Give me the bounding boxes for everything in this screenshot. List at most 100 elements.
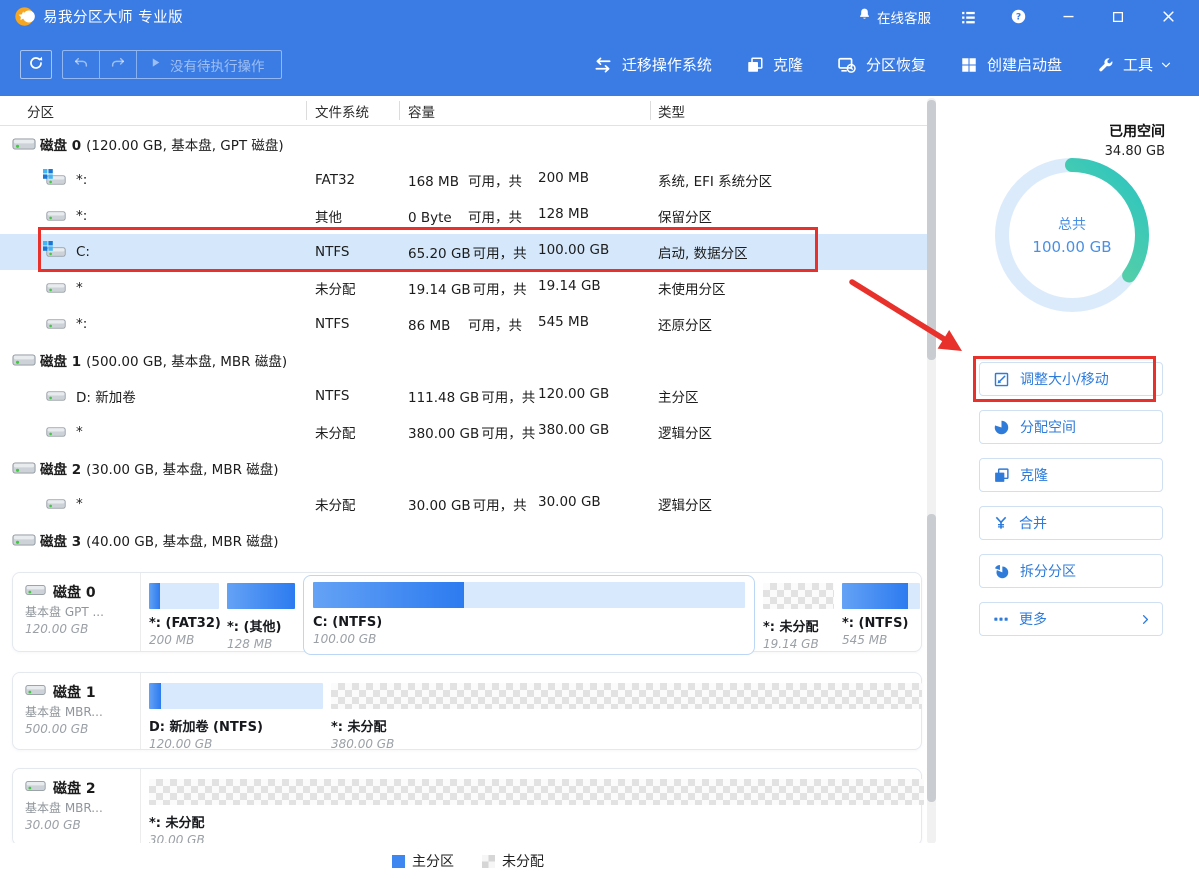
action-button-label: 拆分分区 xyxy=(1020,561,1076,581)
partition-icon xyxy=(46,425,66,439)
vertical-scrollbar xyxy=(927,98,936,844)
partition-icon xyxy=(46,281,66,295)
legend-swatch-primary xyxy=(392,855,405,868)
header-divider xyxy=(306,101,307,120)
help-icon[interactable]: ? xyxy=(1005,4,1031,30)
partition-block[interactable]: *: (FAT32)200 MB xyxy=(149,583,219,647)
partition-block[interactable]: *: (NTFS) 545 MB xyxy=(842,583,920,647)
allocate-space-button[interactable]: 分配空间 xyxy=(979,410,1163,444)
pending-operations-label: 没有待执行操作 xyxy=(170,55,265,75)
free-space: 86 MB xyxy=(408,318,466,334)
table-row-partition[interactable]: *:FAT32168 MB可用，共200 MB系统, EFI 系统分区 xyxy=(0,162,928,198)
split-partition-button[interactable]: 拆分分区 xyxy=(979,554,1163,588)
partition-block[interactable]: *: (其他)128 MB xyxy=(227,583,295,651)
toolbar-action-label: 克隆 xyxy=(773,54,803,75)
refresh-button[interactable] xyxy=(20,50,52,79)
used-fill xyxy=(313,582,464,608)
total-space: 200 MB xyxy=(538,170,589,186)
toolbar-actions: 迁移操作系统 克隆分区恢复创建启动盘 工具 xyxy=(580,33,1185,96)
table-row-partition[interactable]: *:其他0 Byte可用，共128 MB保留分区 xyxy=(0,198,928,234)
toolbar-clone[interactable]: 克隆 xyxy=(733,46,816,83)
maximize-button[interactable] xyxy=(1105,4,1131,30)
table-row-disk[interactable]: 磁盘 0(120.00 GB, 基本盘, GPT 磁盘) xyxy=(0,126,928,162)
table-row-partition[interactable]: C:NTFS65.20 GB可用，共100.00 GB启动, 数据分区 xyxy=(0,234,928,270)
disk-icon xyxy=(12,460,36,476)
filesystem-value: FAT32 xyxy=(315,172,355,188)
partition-block-size: 100.00 GB xyxy=(313,632,745,646)
clone-partition-button[interactable]: 克隆 xyxy=(979,458,1163,492)
partition-icon xyxy=(46,209,66,223)
total-space: 128 MB xyxy=(538,206,589,222)
disk-size: 120.00 GB xyxy=(25,621,134,637)
donut-total-label: 总共 xyxy=(1058,214,1086,234)
table-row-partition[interactable]: *:NTFS86 MB可用，共545 MB还原分区 xyxy=(0,306,928,342)
partition-name: * xyxy=(76,280,83,296)
toolbar-partition-recovery[interactable]: 分区恢复 xyxy=(824,46,939,83)
table-row-partition[interactable]: *未分配19.14 GB可用，共19.14 GB未使用分区 xyxy=(0,270,928,306)
disk-icon xyxy=(12,532,36,548)
partition-block-size: 545 MB xyxy=(842,633,920,647)
action-button-label: 更多 xyxy=(1019,609,1047,629)
total-space: 545 MB xyxy=(538,314,589,330)
partition-block[interactable]: D: 新加卷 (NTFS)120.00 GB xyxy=(149,683,323,751)
capacity-label: 可用，共 xyxy=(473,246,527,262)
unallocated-bar xyxy=(763,583,834,609)
toolbar-action-label: 工具 xyxy=(1123,54,1153,75)
redo-button[interactable] xyxy=(99,51,136,78)
merge-icon xyxy=(993,515,1009,531)
more-button[interactable]: 更多 xyxy=(979,602,1163,636)
partition-block-label: *: (FAT32) xyxy=(149,616,219,631)
undo-button[interactable] xyxy=(63,51,99,78)
execute-operations-button[interactable]: 没有待执行操作 xyxy=(136,51,281,78)
free-space: 380.00 GB xyxy=(408,426,479,442)
toolbar-migrate-os[interactable]: 迁移操作系统 xyxy=(580,46,725,83)
operation-list-icon[interactable] xyxy=(955,4,981,30)
legend-label: 主分区 xyxy=(412,851,454,871)
total-space: 380.00 GB xyxy=(538,422,609,438)
merge-button[interactable]: 合并 xyxy=(979,506,1163,540)
filesystem-value: NTFS xyxy=(315,316,349,332)
close-button[interactable] xyxy=(1155,4,1181,30)
filesystem-value: NTFS xyxy=(315,388,349,404)
toolbar-tools[interactable]: 工具 xyxy=(1083,46,1185,83)
partition-icon xyxy=(46,173,66,187)
partition-icon xyxy=(46,245,66,259)
scrollbar-thumb[interactable] xyxy=(927,514,936,802)
app-logo-icon xyxy=(14,6,35,27)
partition-block[interactable]: *: 未分配380.00 GB xyxy=(331,683,922,751)
pie-split-icon xyxy=(993,563,1010,580)
partition-block[interactable]: *: 未分配30.00 GB xyxy=(149,779,924,847)
scrollbar-thumb[interactable] xyxy=(927,100,936,360)
disk-bus-type: 基本盘 MBR... xyxy=(25,800,134,816)
resize-move-button[interactable]: 调整大小/移动 xyxy=(979,362,1163,396)
used-fill xyxy=(149,583,160,609)
capacity-value: 0 Byte可用，共128 MB xyxy=(408,206,658,226)
partition-block-size: 120.00 GB xyxy=(149,737,323,751)
chevron-right-icon xyxy=(1139,613,1152,626)
total-space: 100.00 GB xyxy=(538,242,609,258)
partition-block[interactable]: C: (NTFS)100.00 GB xyxy=(303,575,755,655)
toolbar-create-boot-disk[interactable]: 创建启动盘 xyxy=(947,46,1075,83)
disk-map-legend: 主分区未分配 xyxy=(0,843,936,879)
resize-icon xyxy=(993,371,1010,388)
partition-name: C: xyxy=(76,244,90,260)
capacity-value: 30.00 GB可用，共30.00 GB xyxy=(408,494,658,514)
partition-action-buttons: 调整大小/移动分配空间克隆合并拆分分区更多 xyxy=(979,362,1163,650)
table-row-partition[interactable]: *未分配30.00 GB可用，共30.00 GB逻辑分区 xyxy=(0,486,928,522)
partition-name: *: xyxy=(76,208,87,224)
table-row-disk[interactable]: 磁盘 1(500.00 GB, 基本盘, MBR 磁盘) xyxy=(0,342,928,378)
disk-panel-label: 磁盘 0基本盘 GPT ...120.00 GB xyxy=(13,573,141,651)
partition-name: *: xyxy=(76,172,87,188)
partition-icon xyxy=(46,497,66,511)
partition-block-size: 128 MB xyxy=(227,637,295,651)
partition-name: * xyxy=(76,496,83,512)
partition-block[interactable]: *: 未分配19.14 GB xyxy=(763,583,834,651)
minimize-button[interactable] xyxy=(1055,4,1081,30)
table-row-partition[interactable]: *未分配380.00 GB可用，共380.00 GB逻辑分区 xyxy=(0,414,928,450)
online-service-button[interactable]: 在线客服 xyxy=(857,7,931,27)
capacity-label: 可用，共 xyxy=(473,498,527,514)
table-row-disk[interactable]: 磁盘 2(30.00 GB, 基本盘, MBR 磁盘) xyxy=(0,450,928,486)
table-row-disk[interactable]: 磁盘 3(40.00 GB, 基本盘, MBR 磁盘) xyxy=(0,522,928,558)
table-row-partition[interactable]: D: 新加卷NTFS111.48 GB可用，共120.00 GB主分区 xyxy=(0,378,928,414)
partition-block-label: *: (NTFS) xyxy=(842,616,920,631)
